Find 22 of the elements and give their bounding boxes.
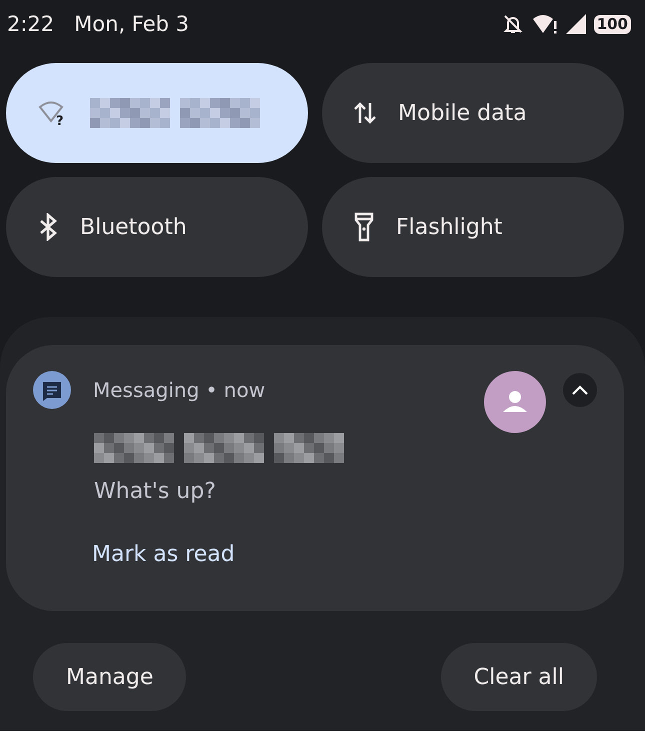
message-text: What's up? [94, 479, 217, 504]
bluetooth-tile[interactable]: Bluetooth [6, 177, 308, 277]
clock-time: 2:22 [7, 12, 54, 36]
avatar-icon [484, 371, 546, 433]
wifi-tile[interactable]: ? [6, 63, 308, 163]
bluetooth-icon [38, 213, 58, 241]
signal-icon [566, 14, 586, 34]
date-text: Mon, Feb 3 [74, 12, 190, 36]
battery-icon: 100 [594, 14, 631, 34]
collapse-button[interactable] [563, 373, 597, 407]
wifi-alert-icon [532, 13, 558, 35]
mark-as-read-button[interactable]: Mark as read [92, 542, 235, 567]
bell-off-icon [502, 13, 524, 35]
notification-header: Messaging • now [93, 378, 266, 402]
mobile-data-tile[interactable]: Mobile data [322, 63, 624, 163]
manage-button[interactable]: Manage [33, 643, 186, 711]
message-app-icon [33, 371, 71, 409]
up-down-arrows-icon [354, 101, 376, 125]
flashlight-icon [354, 212, 374, 242]
clear-all-button[interactable]: Clear all [440, 643, 597, 711]
flashlight-tile[interactable]: Flashlight [322, 177, 624, 277]
chevron-up-icon [572, 385, 588, 395]
